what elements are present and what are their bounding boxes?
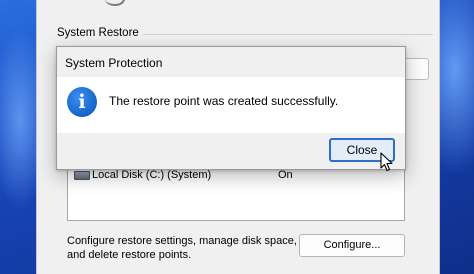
info-icon: i — [67, 87, 97, 117]
system-restore-button[interactable] — [403, 58, 429, 80]
system-restore-group-label: System Restore — [57, 27, 143, 39]
system-protection-dialog: System Protection i The restore point wa… — [56, 46, 406, 170]
dialog-body: i The restore point was created successf… — [57, 77, 405, 133]
configure-description: Configure restore settings, manage disk … — [67, 235, 297, 261]
mouse-cursor-icon — [380, 152, 393, 172]
drive-icon — [74, 171, 90, 180]
window-icon — [105, 0, 125, 6]
drive-row[interactable]: Local Disk (C:) (System) On — [72, 168, 392, 184]
drive-name: Local Disk (C:) (System) — [92, 169, 212, 181]
dialog-title: System Protection — [65, 56, 163, 70]
configure-button[interactable]: Configure... — [299, 234, 405, 257]
dialog-message: The restore point was created successful… — [109, 94, 339, 108]
drive-protection-status: On — [278, 169, 293, 181]
